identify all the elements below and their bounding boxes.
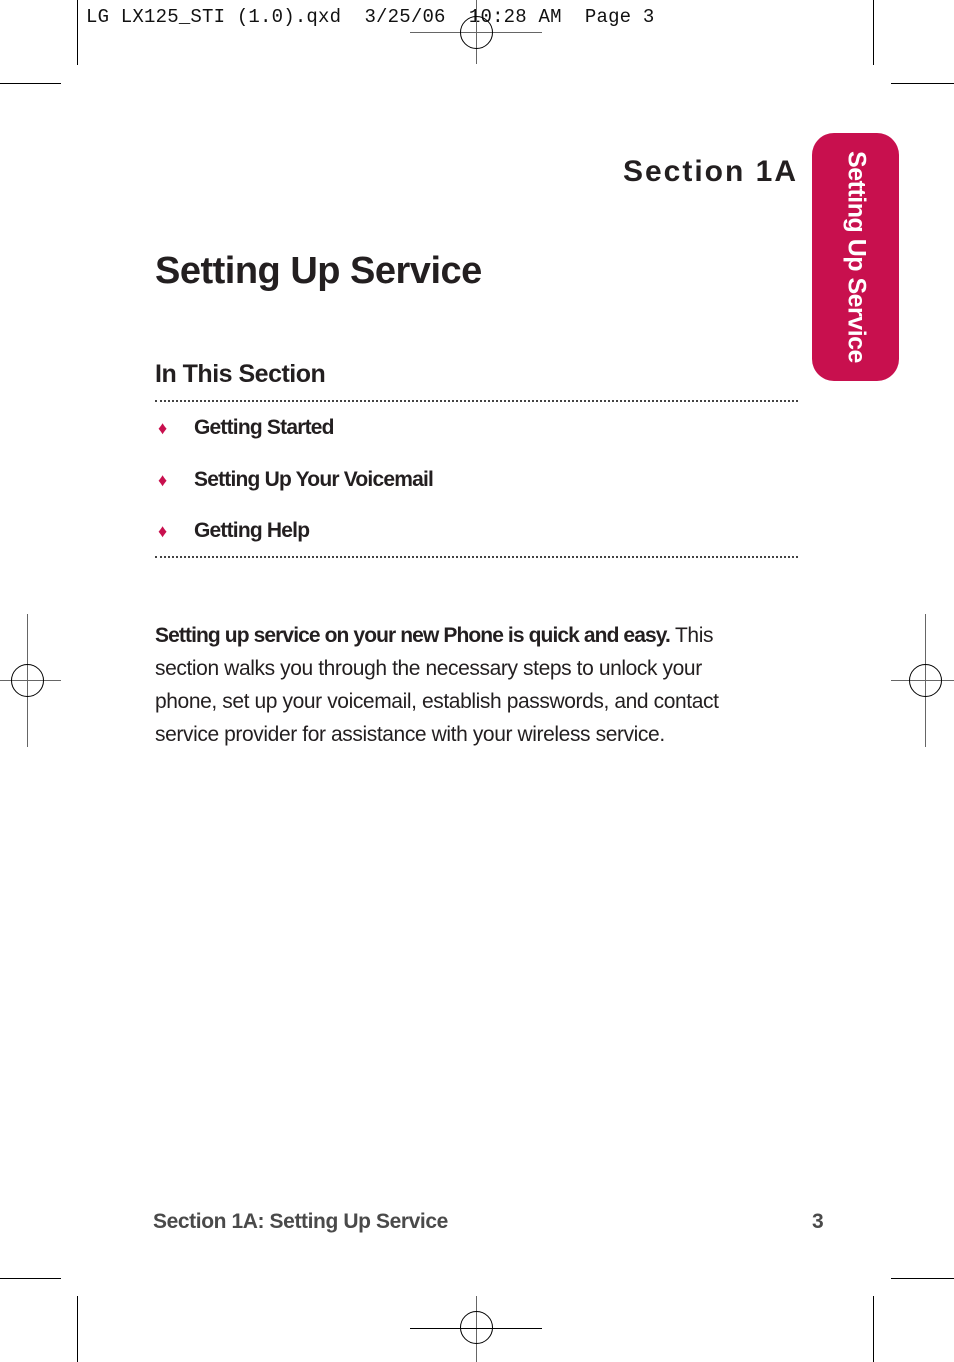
section-tab: Setting Up Service — [812, 133, 899, 381]
crop-mark — [0, 1278, 61, 1279]
section-label: Section 1A — [622, 155, 798, 188]
diamond-bullet-icon: ♦ — [158, 520, 167, 541]
crop-mark — [0, 83, 61, 84]
page-number: 3 — [812, 1210, 824, 1233]
toc-item-label: Setting Up Your Voicemail — [194, 468, 434, 491]
print-slug: LG LX125_STI (1.0).qxd 3/25/06 10:28 AM … — [86, 6, 655, 28]
toc-item[interactable]: ♦ Getting Started — [158, 416, 334, 440]
crop-mark — [873, 0, 874, 65]
section-tab-label: Setting Up Service — [842, 151, 870, 363]
intro-lead: Setting up service on your new Phone is … — [155, 624, 671, 647]
crop-mark — [77, 1296, 78, 1362]
toc-item[interactable]: ♦ Setting Up Your Voicemail — [158, 468, 434, 492]
toc-item-label: Getting Started — [194, 416, 334, 439]
in-this-section-heading: In This Section — [155, 360, 326, 388]
dotted-divider — [155, 400, 798, 402]
page-title: Setting Up Service — [155, 250, 482, 292]
footer-section-title: Section 1A: Setting Up Service — [153, 1210, 448, 1233]
crop-mark — [891, 1278, 954, 1279]
crop-mark — [77, 0, 78, 65]
toc-item[interactable]: ♦ Getting Help — [158, 519, 310, 543]
diamond-bullet-icon: ♦ — [158, 469, 167, 490]
crop-mark — [873, 1296, 874, 1362]
intro-paragraph: Setting up service on your new Phone is … — [155, 619, 755, 751]
toc-item-label: Getting Help — [194, 519, 310, 542]
dotted-divider — [155, 556, 798, 558]
crop-mark — [891, 83, 954, 84]
diamond-bullet-icon: ♦ — [158, 417, 167, 438]
